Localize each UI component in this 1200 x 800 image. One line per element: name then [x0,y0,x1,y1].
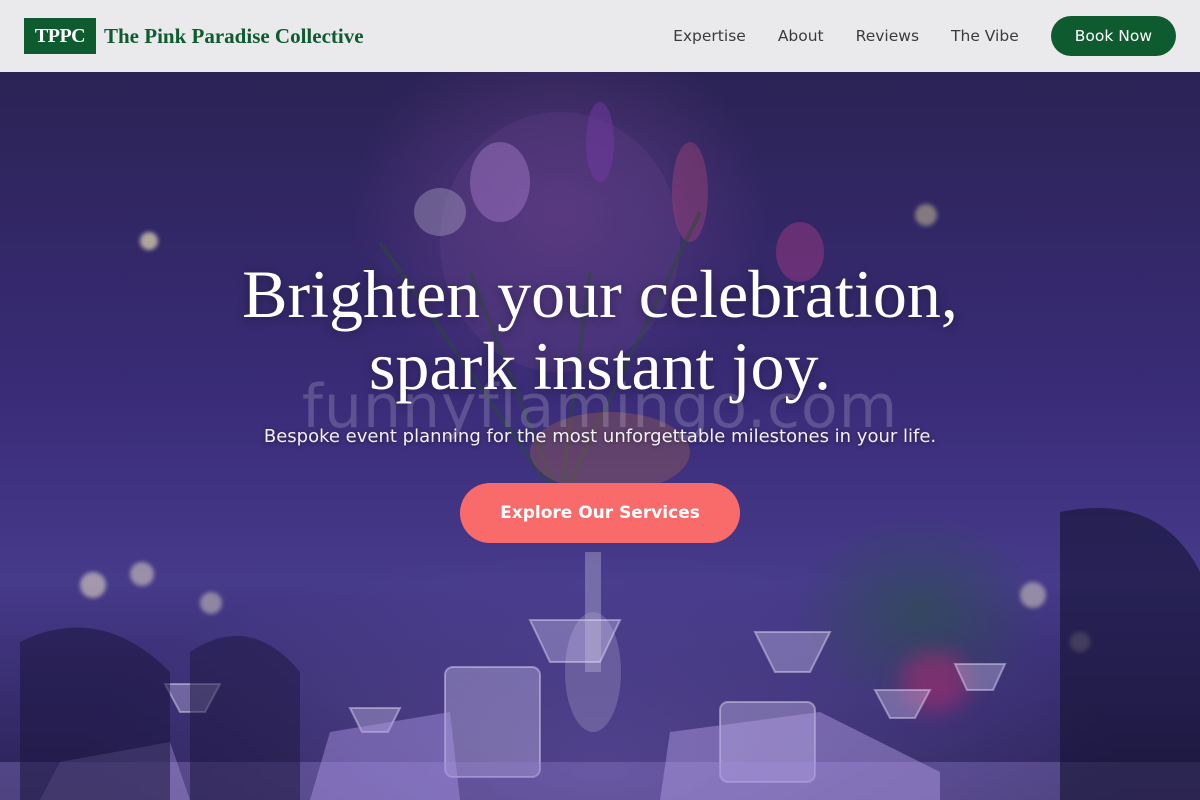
hero-content: Brighten your celebration, spark instant… [0,72,1200,800]
nav-item-expertise[interactable]: Expertise [673,27,746,45]
book-now-button[interactable]: Book Now [1050,16,1176,56]
hero-title-line-1: Brighten your celebration, [242,256,958,332]
hero-subtitle: Bespoke event planning for the most unfo… [263,426,937,447]
hero-title: Brighten your celebration, spark instant… [150,258,1050,402]
nav-item-the-vibe[interactable]: The Vibe [951,27,1019,45]
site-header: TPPC The Pink Paradise Collective Expert… [0,0,1200,72]
logo-badge[interactable]: TPPC [24,18,96,54]
brand-name[interactable]: The Pink Paradise Collective [104,24,364,49]
hero-section: funnyflamingo.com Brighten your celebrat… [0,72,1200,800]
hero-title-line-2: spark instant joy. [368,328,832,404]
explore-services-button[interactable]: Explore Our Services [460,483,740,543]
nav-item-reviews[interactable]: Reviews [856,27,919,45]
main-nav: Expertise About Reviews The Vibe [673,27,1019,45]
nav-item-about[interactable]: About [778,27,824,45]
